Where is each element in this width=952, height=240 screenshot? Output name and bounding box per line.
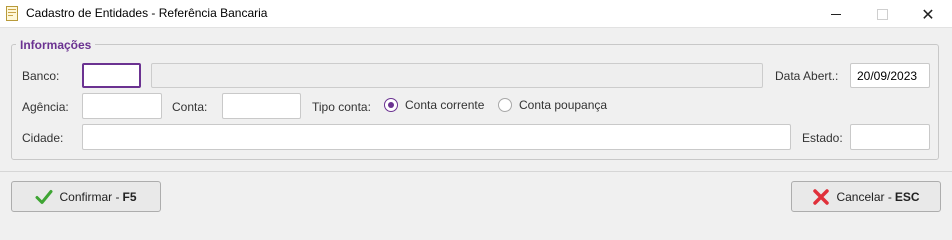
cidade-label: Cidade: xyxy=(22,131,64,145)
data-abert-input[interactable] xyxy=(850,63,930,88)
cancel-shortcut: ESC xyxy=(894,189,920,204)
title-bar: Cadastro de Entidades - Referência Banca… xyxy=(0,0,952,28)
close-button[interactable]: ✕ xyxy=(905,0,951,28)
cidade-input[interactable] xyxy=(82,124,791,150)
document-icon xyxy=(6,6,18,21)
minimize-button[interactable] xyxy=(813,0,859,28)
banco-code-input[interactable] xyxy=(82,63,141,88)
confirm-shortcut: F5 xyxy=(122,189,137,204)
agencia-input[interactable] xyxy=(82,93,162,119)
estado-input[interactable] xyxy=(850,124,930,150)
cancel-button[interactable]: Cancelar - ESC xyxy=(791,181,941,212)
maximize-icon xyxy=(876,8,888,20)
radio-conta-poupanca-label: Conta poupança xyxy=(519,98,608,112)
confirm-label: Confirmar - xyxy=(59,189,120,204)
radio-unchecked-icon xyxy=(498,98,512,112)
red-x-icon xyxy=(813,188,830,205)
data-abert-label: Data Abert.: xyxy=(775,69,839,83)
group-legend: Informações xyxy=(16,38,96,52)
banco-label: Banco: xyxy=(22,69,60,83)
close-icon: ✕ xyxy=(921,4,935,24)
conta-input[interactable] xyxy=(222,93,301,119)
radio-conta-corrente[interactable]: Conta corrente xyxy=(384,98,484,112)
checkmark-icon xyxy=(35,189,53,204)
footer-separator xyxy=(0,171,952,172)
cancel-label: Cancelar - xyxy=(836,189,892,204)
banco-name-field xyxy=(151,63,763,88)
confirm-button[interactable]: Confirmar - F5 xyxy=(11,181,161,212)
radio-conta-poupanca[interactable]: Conta poupança xyxy=(498,98,607,112)
radio-checked-icon xyxy=(384,98,398,112)
radio-conta-corrente-label: Conta corrente xyxy=(405,98,485,112)
maximize-button[interactable] xyxy=(859,0,905,28)
minimize-icon xyxy=(831,13,841,15)
conta-label: Conta: xyxy=(172,100,208,114)
tipo-conta-label: Tipo conta: xyxy=(312,100,371,114)
window-title: Cadastro de Entidades - Referência Banca… xyxy=(26,6,268,20)
estado-label: Estado: xyxy=(802,131,843,145)
agencia-label: Agência: xyxy=(22,100,69,114)
